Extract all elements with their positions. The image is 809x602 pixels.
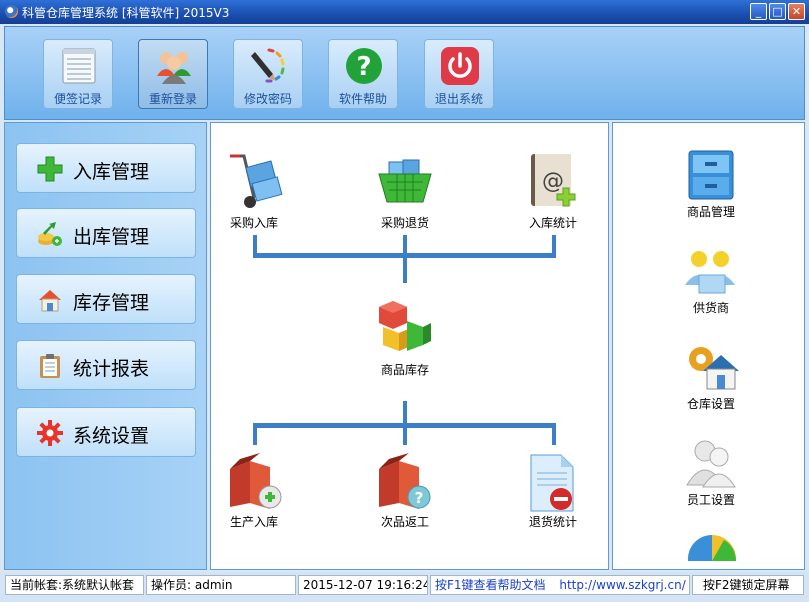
warehouse-gear-icon (689, 347, 739, 390)
staff-setting-item[interactable]: 员工设置 (661, 437, 761, 507)
staff-setting-label: 员工设置 (686, 493, 735, 507)
help-status: 按F1键查看帮助文档 http://www.szkgrj.cn/ 考 (430, 575, 690, 595)
connector (253, 253, 556, 258)
notepad-icon (62, 48, 96, 84)
nav-stock-label: 库存管理 (73, 292, 150, 314)
relogin-button[interactable]: 重新登录 (138, 39, 208, 109)
change-password-button[interactable]: 修改密码 (233, 39, 303, 109)
exit-label: 退出系统 (434, 92, 483, 106)
connector (403, 423, 407, 445)
product-management-item[interactable]: 商品管理 (661, 149, 761, 219)
users-icon (157, 52, 191, 84)
minimize-button[interactable]: _ (750, 3, 767, 20)
purchase-in-item[interactable]: 采购入库 (216, 148, 296, 233)
cubes-icon (379, 301, 431, 351)
exit-button[interactable]: 退出系统 (424, 39, 494, 109)
staff-icon (686, 440, 736, 488)
nav-inbound-label: 入库管理 (73, 161, 150, 183)
purchase-in-label: 采购入库 (229, 216, 278, 230)
production-in-item[interactable]: 生产入库 (216, 451, 296, 536)
pie-chart-icon[interactable] (687, 533, 737, 570)
left-nav: 入库管理 出库管理 库存管理 统计报表 系统设置 (4, 122, 207, 570)
title-bar[interactable]: 科管仓库管理系统 [科管软件] 2015V3 _ □ ✕ (0, 0, 809, 24)
nav-reports[interactable]: 统计报表 (16, 340, 196, 390)
nav-stock[interactable]: 库存管理 (16, 274, 196, 324)
notes-label: 便签记录 (53, 92, 102, 106)
in-stats-label: 入库统计 (528, 216, 577, 230)
connector (552, 423, 556, 445)
help-icon: ? (346, 48, 382, 84)
status-bar: 当前帐套:系统默认帐套 操作员: admin 2015-12-07 19:16:… (0, 572, 809, 602)
website-link[interactable]: http://www.szkgrj.cn/ (559, 578, 685, 592)
product-management-label: 商品管理 (686, 205, 735, 219)
return-stats-label: 退货统计 (528, 515, 577, 529)
box-add-icon (230, 453, 282, 509)
coins-icon (38, 222, 62, 246)
maximize-button[interactable]: □ (769, 3, 786, 20)
cabinet-icon (688, 150, 734, 200)
plus-icon (37, 156, 63, 182)
inventory-label: 商品库存 (380, 363, 429, 377)
purchase-return-label: 采购退货 (380, 216, 429, 230)
help-label: 软件帮助 (338, 92, 387, 106)
basket-icon (378, 159, 432, 203)
warehouse-setting-item[interactable]: 仓库设置 (661, 341, 761, 411)
gear-icon (37, 420, 63, 446)
app-icon (5, 5, 18, 18)
nav-outbound[interactable]: 出库管理 (16, 208, 196, 258)
return-stats-item[interactable]: 退货统计 (513, 451, 593, 536)
nav-inbound[interactable]: 入库管理 (16, 143, 196, 193)
nav-outbound-label: 出库管理 (73, 226, 150, 248)
address-book-icon: @ (531, 154, 576, 207)
flow-panel: 采购入库 采购退货 @ 入库统计 商品库存 生产入库 ? 次品返工 退货统计 (210, 122, 609, 570)
connector (253, 423, 257, 445)
help-button[interactable]: ? 软件帮助 (328, 39, 398, 109)
purchase-return-item[interactable]: 采购退货 (365, 148, 445, 233)
supplier-label: 供货商 (692, 301, 729, 315)
relogin-label: 重新登录 (148, 92, 197, 106)
window-title: 科管仓库管理系统 [科管软件] 2015V3 (22, 6, 230, 20)
document-remove-icon (530, 454, 574, 512)
lock-status: 按F2键锁定屏幕 (692, 575, 804, 595)
nav-reports-label: 统计报表 (73, 358, 150, 380)
production-in-label: 生产入库 (229, 515, 278, 529)
datetime-status: 2015-12-07 19:16:24 (298, 575, 428, 595)
connector (403, 235, 407, 283)
hand-truck-icon (230, 154, 283, 208)
svg-text:?: ? (415, 489, 424, 507)
connector (403, 401, 407, 423)
change-password-label: 修改密码 (243, 92, 292, 106)
svg-text:?: ? (356, 52, 371, 82)
right-panel: 商品管理 供货商 仓库设置 员工设置 (612, 122, 805, 570)
defect-return-label: 次品返工 (380, 515, 429, 529)
clipboard-icon (40, 354, 60, 378)
in-stats-item[interactable]: @ 入库统计 (513, 148, 593, 233)
nav-settings[interactable]: 系统设置 (16, 407, 196, 457)
toolbar: 便签记录 重新登录 修改密码 ? 软件帮助 退出系统 (4, 26, 805, 120)
account-status: 当前帐套:系统默认帐套 (5, 575, 144, 595)
nav-settings-label: 系统设置 (73, 425, 150, 447)
operator-status: 操作员: admin (146, 575, 296, 595)
help-hint: 按F1键查看帮助文档 (435, 578, 546, 592)
pen-icon (251, 48, 285, 83)
supplier-item[interactable]: 供货商 (661, 245, 761, 315)
warehouse-setting-label: 仓库设置 (686, 397, 735, 411)
inventory-item[interactable]: 商品库存 (365, 297, 445, 387)
svg-text:@: @ (542, 169, 564, 194)
box-question-icon: ? (379, 453, 431, 509)
defect-return-item[interactable]: ? 次品返工 (365, 451, 445, 536)
close-button[interactable]: ✕ (788, 3, 805, 20)
supplier-icon (685, 251, 735, 294)
notes-button[interactable]: 便签记录 (43, 39, 113, 109)
power-icon (441, 47, 479, 85)
house-icon (39, 290, 61, 312)
